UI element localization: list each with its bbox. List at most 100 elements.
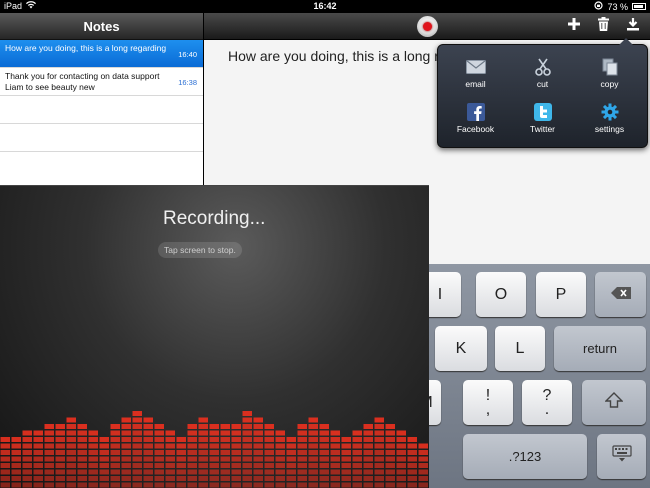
share-cut-label: cut bbox=[536, 79, 549, 89]
onscreen-keyboard: I O P K L return M !, ?. .?123 bbox=[411, 264, 650, 488]
download-icon[interactable] bbox=[626, 17, 640, 36]
level-bar bbox=[231, 424, 241, 488]
trash-icon[interactable] bbox=[597, 17, 610, 36]
level-bar bbox=[352, 430, 362, 488]
level-bar bbox=[286, 437, 296, 488]
level-bar bbox=[198, 417, 208, 488]
email-icon bbox=[465, 58, 486, 76]
level-bar bbox=[132, 411, 142, 488]
share-email-label: email bbox=[465, 79, 486, 89]
twitter-icon bbox=[533, 103, 553, 121]
status-time: 16:42 bbox=[313, 1, 337, 11]
note-preview: How are you doing, this is a long regard… bbox=[5, 43, 167, 53]
level-bar bbox=[121, 417, 131, 488]
note-item-2[interactable]: Thank you for contacting on data support… bbox=[0, 68, 203, 96]
level-bar bbox=[275, 430, 285, 488]
share-facebook-label: Facebook bbox=[456, 124, 495, 134]
level-bar bbox=[154, 424, 164, 488]
level-bar bbox=[11, 437, 21, 488]
level-bar bbox=[33, 430, 43, 488]
empty-list-row bbox=[0, 96, 203, 124]
level-bar bbox=[308, 417, 318, 488]
key-hide-keyboard[interactable] bbox=[597, 434, 646, 479]
note-item-1[interactable]: How are you doing, this is a long regard… bbox=[0, 40, 203, 68]
level-bar bbox=[264, 424, 274, 488]
level-bar bbox=[209, 424, 219, 488]
scissors-icon bbox=[533, 58, 553, 76]
share-twitter-button[interactable]: Twitter bbox=[509, 96, 576, 141]
level-bar bbox=[297, 424, 307, 488]
share-settings-label: settings bbox=[594, 124, 625, 134]
key-l[interactable]: L bbox=[495, 326, 545, 371]
level-bar bbox=[66, 417, 76, 488]
note-time: 16:38 bbox=[178, 78, 197, 87]
level-bar bbox=[418, 443, 428, 488]
level-bar bbox=[407, 437, 417, 488]
record-button[interactable] bbox=[417, 16, 438, 37]
level-bar bbox=[110, 424, 120, 488]
level-bar bbox=[55, 424, 65, 488]
key-label-bottom: . bbox=[544, 400, 550, 418]
level-bar bbox=[341, 437, 351, 488]
share-facebook-button[interactable]: Facebook bbox=[442, 96, 509, 141]
level-bar bbox=[44, 424, 54, 488]
note-time: 16:40 bbox=[178, 50, 197, 59]
level-bar bbox=[330, 430, 340, 488]
recording-title: Recording... bbox=[163, 208, 266, 229]
share-copy-button[interactable]: copy bbox=[576, 51, 643, 96]
recording-overlay[interactable]: Recording... Tap screen to stop. bbox=[0, 185, 429, 488]
share-copy-label: copy bbox=[600, 79, 619, 89]
share-twitter-label: Twitter bbox=[529, 124, 556, 134]
battery-percent: 73 % bbox=[607, 1, 628, 12]
audio-level-meter bbox=[0, 411, 428, 488]
note-body-text[interactable]: How are you doing, this is a long regard… bbox=[228, 48, 438, 64]
key-numbers[interactable]: .?123 bbox=[463, 434, 587, 479]
key-k[interactable]: K bbox=[435, 326, 487, 371]
editor-toolbar bbox=[204, 13, 650, 40]
share-cut-button[interactable]: cut bbox=[509, 51, 576, 96]
level-bar bbox=[242, 411, 252, 488]
level-bar bbox=[143, 417, 153, 488]
facebook-icon bbox=[466, 103, 486, 121]
copy-icon bbox=[600, 58, 620, 76]
battery-icon bbox=[632, 3, 646, 10]
level-bar bbox=[77, 424, 87, 488]
record-dot-icon bbox=[423, 22, 432, 31]
recording-hint: Tap screen to stop. bbox=[158, 242, 242, 258]
note-preview: Thank you for contacting on data support… bbox=[5, 71, 160, 92]
level-bar bbox=[363, 424, 373, 488]
key-p[interactable]: P bbox=[536, 272, 586, 317]
level-bar bbox=[0, 437, 10, 488]
rotation-lock-icon bbox=[594, 1, 604, 12]
status-bar: iPad 16:42 73 % bbox=[0, 0, 650, 13]
level-bar bbox=[374, 417, 384, 488]
level-bar bbox=[319, 424, 329, 488]
empty-list-row bbox=[0, 124, 203, 152]
keyboard-hide-icon bbox=[611, 445, 632, 468]
key-label-bottom: , bbox=[485, 400, 491, 418]
share-settings-button[interactable]: settings bbox=[576, 96, 643, 141]
level-bar bbox=[165, 430, 175, 488]
level-bar bbox=[396, 430, 406, 488]
gear-icon bbox=[600, 103, 620, 121]
key-return[interactable]: return bbox=[554, 326, 646, 371]
add-icon[interactable] bbox=[567, 17, 581, 36]
share-email-button[interactable]: email bbox=[442, 51, 509, 96]
shift-arrow-icon bbox=[604, 392, 624, 413]
level-bar bbox=[220, 424, 230, 488]
level-bar bbox=[253, 417, 263, 488]
level-bar bbox=[88, 430, 98, 488]
level-bar bbox=[385, 424, 395, 488]
key-shift[interactable] bbox=[582, 380, 646, 425]
key-o[interactable]: O bbox=[476, 272, 526, 317]
share-popover: email cut copy Facebook Twitter settings bbox=[437, 38, 648, 148]
level-bar bbox=[176, 437, 186, 488]
key-question[interactable]: ?. bbox=[522, 380, 572, 425]
level-bar bbox=[187, 424, 197, 488]
key-exclamation[interactable]: !, bbox=[463, 380, 513, 425]
level-bar bbox=[22, 430, 32, 488]
sidebar-title: Notes bbox=[0, 13, 203, 40]
key-backspace[interactable] bbox=[595, 272, 646, 317]
level-bar bbox=[99, 437, 109, 488]
backspace-icon bbox=[610, 286, 631, 304]
